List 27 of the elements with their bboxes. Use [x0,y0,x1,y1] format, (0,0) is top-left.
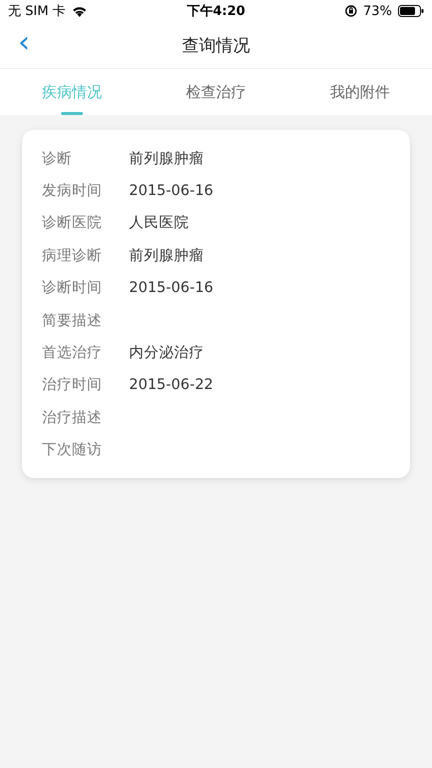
field-label: 首选治疗 [42,344,103,362]
field-value: 2015-06-22 [129,376,214,393]
field-label: 诊断 [42,150,73,168]
tab[interactable]: 检查治疗 [144,69,288,115]
carrier-text: 无 SIM 卡 [8,3,66,20]
field-label: 治疗描述 [42,408,103,427]
battery-percent: 73% [363,4,392,18]
field-label: 诊断时间 [42,279,103,298]
status-time: 下午4:20 [186,3,246,20]
field-label: 病理诊断 [42,246,103,265]
field-value: 内分泌治疗 [129,344,204,362]
field-value: 前列腺肿瘤 [129,246,204,265]
field-label: 发病时间 [42,182,103,200]
wifi-icon [72,6,87,16]
battery-icon [398,5,424,17]
field-value: 2015-06-16 [129,182,214,199]
back-button[interactable]: ‹ [12,28,36,58]
field-label: 诊断医院 [42,214,103,232]
tab[interactable]: 我的附件 [288,69,432,115]
field-value: 人民医院 [129,214,189,232]
page-title: 查询情况 [182,34,250,56]
field-label: 下次随访 [42,440,103,460]
field-label: 治疗时间 [42,376,103,394]
rotation-lock-icon [345,5,358,17]
field-value: 2015-06-16 [129,280,214,296]
field-label: 简要描述 [42,312,103,330]
field-value: 前列腺肿瘤 [129,150,204,168]
